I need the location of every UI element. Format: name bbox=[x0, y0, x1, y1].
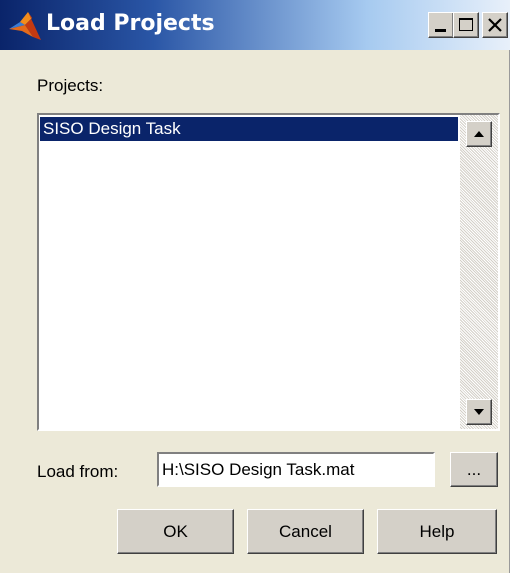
arrow-up-icon bbox=[474, 131, 484, 137]
minimize-button[interactable] bbox=[428, 12, 454, 38]
scroll-up-button[interactable] bbox=[466, 121, 492, 147]
projects-listbox[interactable]: SISO Design Task bbox=[37, 113, 500, 431]
minimize-icon bbox=[435, 29, 446, 32]
list-item[interactable]: SISO Design Task bbox=[40, 117, 458, 141]
maximize-button[interactable] bbox=[453, 12, 479, 38]
projects-label: Projects: bbox=[37, 76, 104, 95]
arrow-down-icon bbox=[474, 409, 484, 415]
matlab-logo-icon bbox=[9, 12, 41, 40]
load-from-path-input[interactable] bbox=[157, 452, 435, 487]
maximize-icon bbox=[459, 18, 473, 31]
browse-button[interactable]: ... bbox=[450, 452, 498, 487]
cancel-button[interactable]: Cancel bbox=[247, 509, 364, 554]
load-projects-dialog: Load Projects Projects: SISO Design Task bbox=[0, 0, 510, 573]
scroll-down-button[interactable] bbox=[466, 399, 492, 425]
ok-button[interactable]: OK bbox=[117, 509, 234, 554]
close-icon bbox=[488, 18, 502, 32]
help-button[interactable]: Help bbox=[377, 509, 497, 554]
window-title: Load Projects bbox=[46, 11, 215, 36]
title-bar[interactable]: Load Projects bbox=[0, 0, 510, 50]
load-from-label: Load from: bbox=[37, 462, 119, 481]
vertical-scrollbar[interactable] bbox=[460, 115, 498, 429]
close-button[interactable] bbox=[482, 12, 508, 38]
